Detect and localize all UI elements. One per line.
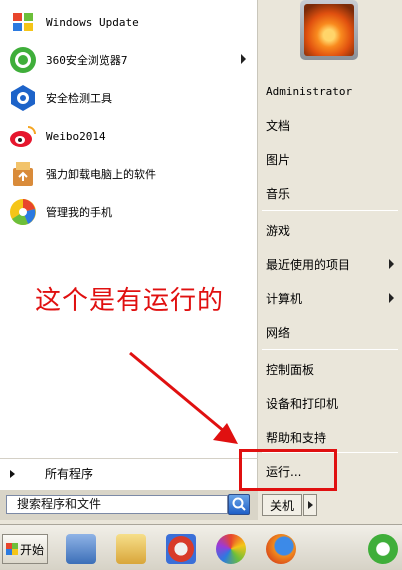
program-label: 360安全浏览器7: [46, 54, 128, 67]
menu-item-label: 最近使用的项目: [266, 257, 351, 272]
menu-item-recent-items[interactable]: 最近使用的项目: [258, 251, 402, 277]
shutdown-options-button[interactable]: [303, 494, 317, 516]
menu-item-music[interactable]: 音乐: [258, 180, 402, 206]
divider: [262, 349, 398, 350]
program-360-browser[interactable]: 360安全浏览器7: [8, 43, 248, 77]
explorer-icon[interactable]: [116, 534, 146, 564]
submenu-arrow-icon: [389, 293, 394, 303]
all-programs-button[interactable]: 所有程序: [0, 458, 258, 488]
program-label: Weibo2014: [46, 129, 106, 143]
program-label: 安全检测工具: [46, 92, 112, 105]
expand-arrow-icon: [10, 469, 15, 478]
program-security-tool[interactable]: 安全检测工具: [8, 81, 248, 115]
avatar[interactable]: [300, 0, 358, 60]
chevron-right-icon: [308, 501, 313, 509]
menu-item-network[interactable]: 网络: [258, 319, 402, 345]
annotation-text: 这个是有运行的: [35, 286, 225, 316]
security-tool-icon: [11, 85, 35, 111]
search-button[interactable]: [228, 494, 250, 515]
search-input[interactable]: 搜索程序和文件: [6, 495, 228, 514]
start-label: 开始: [20, 542, 45, 557]
menu-item-documents[interactable]: 文档: [258, 112, 402, 138]
user-name[interactable]: Administrator: [258, 78, 402, 104]
phone-manager-icon: [10, 199, 36, 226]
program-uninstaller[interactable]: 强力卸载电脑上的软件: [8, 157, 248, 191]
360-browser-icon[interactable]: [368, 534, 398, 564]
shutdown-button[interactable]: 关机: [262, 494, 302, 516]
program-label: Windows Update: [46, 15, 139, 29]
submenu-arrow-icon: [389, 259, 394, 269]
all-programs-label: 所有程序: [45, 467, 94, 481]
360-browser-icon: [10, 47, 36, 73]
highlight-box: [239, 449, 337, 491]
ccleaner-icon[interactable]: [166, 534, 196, 564]
program-phone-manager[interactable]: 管理我的手机: [8, 195, 248, 229]
weibo-icon: [10, 126, 36, 147]
program-windows-update[interactable]: Windows Update: [8, 5, 248, 39]
menu-item-computer[interactable]: 计算机: [258, 285, 402, 311]
menu-item-devices-printers[interactable]: 设备和打印机: [258, 390, 402, 416]
calculator-icon[interactable]: [66, 534, 96, 564]
windows-logo-icon: [6, 543, 18, 555]
divider: [262, 210, 398, 211]
program-weibo[interactable]: Weibo2014: [8, 119, 248, 153]
program-label: 强力卸载电脑上的软件: [46, 168, 156, 181]
flower-picture-icon: [304, 4, 354, 56]
media-player-icon[interactable]: [216, 534, 246, 564]
menu-item-pictures[interactable]: 图片: [258, 146, 402, 172]
program-label: 管理我的手机: [46, 206, 112, 219]
start-menu-places-panel: Administrator 文档 图片 音乐 游戏 最近使用的项目 计算机 网络…: [258, 0, 402, 520]
taskbar: 开始: [0, 524, 402, 570]
start-menu-programs-panel: Windows Update 360安全浏览器7 安全检测工具 Weibo201…: [0, 0, 258, 490]
menu-item-games[interactable]: 游戏: [258, 217, 402, 243]
start-button[interactable]: 开始: [2, 534, 48, 564]
submenu-arrow-icon: [241, 54, 246, 64]
menu-item-control-panel[interactable]: 控制面板: [258, 356, 402, 382]
uninstaller-icon: [13, 162, 33, 186]
search-row: 搜索程序和文件: [0, 490, 258, 520]
search-icon: [232, 497, 246, 511]
windows-update-icon: [13, 13, 33, 31]
menu-item-help-support[interactable]: 帮助和支持: [258, 424, 402, 450]
menu-item-label: 计算机: [266, 291, 303, 306]
firefox-icon[interactable]: [266, 534, 296, 564]
